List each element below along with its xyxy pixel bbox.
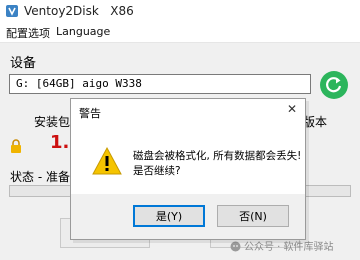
refresh-button[interactable] xyxy=(320,71,348,99)
refresh-icon xyxy=(326,77,342,93)
close-icon[interactable]: ✕ xyxy=(287,102,297,116)
status-label: 状态 - 准备 xyxy=(10,170,70,184)
dialog-message-line1: 磁盘会被格式化, 所有数据都会丢失! xyxy=(133,150,302,162)
menu-config-options[interactable]: 配置选项 xyxy=(6,25,50,41)
warning-icon xyxy=(92,146,122,175)
dialog-title: 警告 xyxy=(79,107,101,120)
warning-dialog: 警告 ✕ 磁盘会被格式化, 所有数据都会丢失! 是否继续? 是(Y) 否(N) xyxy=(70,98,306,240)
watermark-text: 公众号 · 软件库驿站 xyxy=(244,242,334,253)
yes-button[interactable]: 是(Y) xyxy=(133,205,205,227)
ventoy-app-icon xyxy=(6,5,18,17)
device-dropdown[interactable]: G: [64GB] aigo W338 xyxy=(9,74,311,94)
dialog-footer: 是(Y) 否(N) xyxy=(71,194,305,239)
package-version-label: 安装包 xyxy=(34,115,71,129)
menu-language[interactable]: Language xyxy=(56,25,110,38)
no-button[interactable]: 否(N) xyxy=(217,205,289,227)
menu-bar: 配置选项 Language xyxy=(0,22,360,43)
device-selected-value: G: [64GB] aigo W338 xyxy=(16,77,142,90)
lock-icon xyxy=(11,139,21,153)
step-number: 1. xyxy=(50,132,70,153)
device-label: 设备 xyxy=(10,56,37,71)
title-bar: Ventoy2Disk X86 xyxy=(0,0,360,22)
window-title: Ventoy2Disk X86 xyxy=(24,4,134,18)
dialog-message-line2: 是否继续? xyxy=(133,165,181,177)
